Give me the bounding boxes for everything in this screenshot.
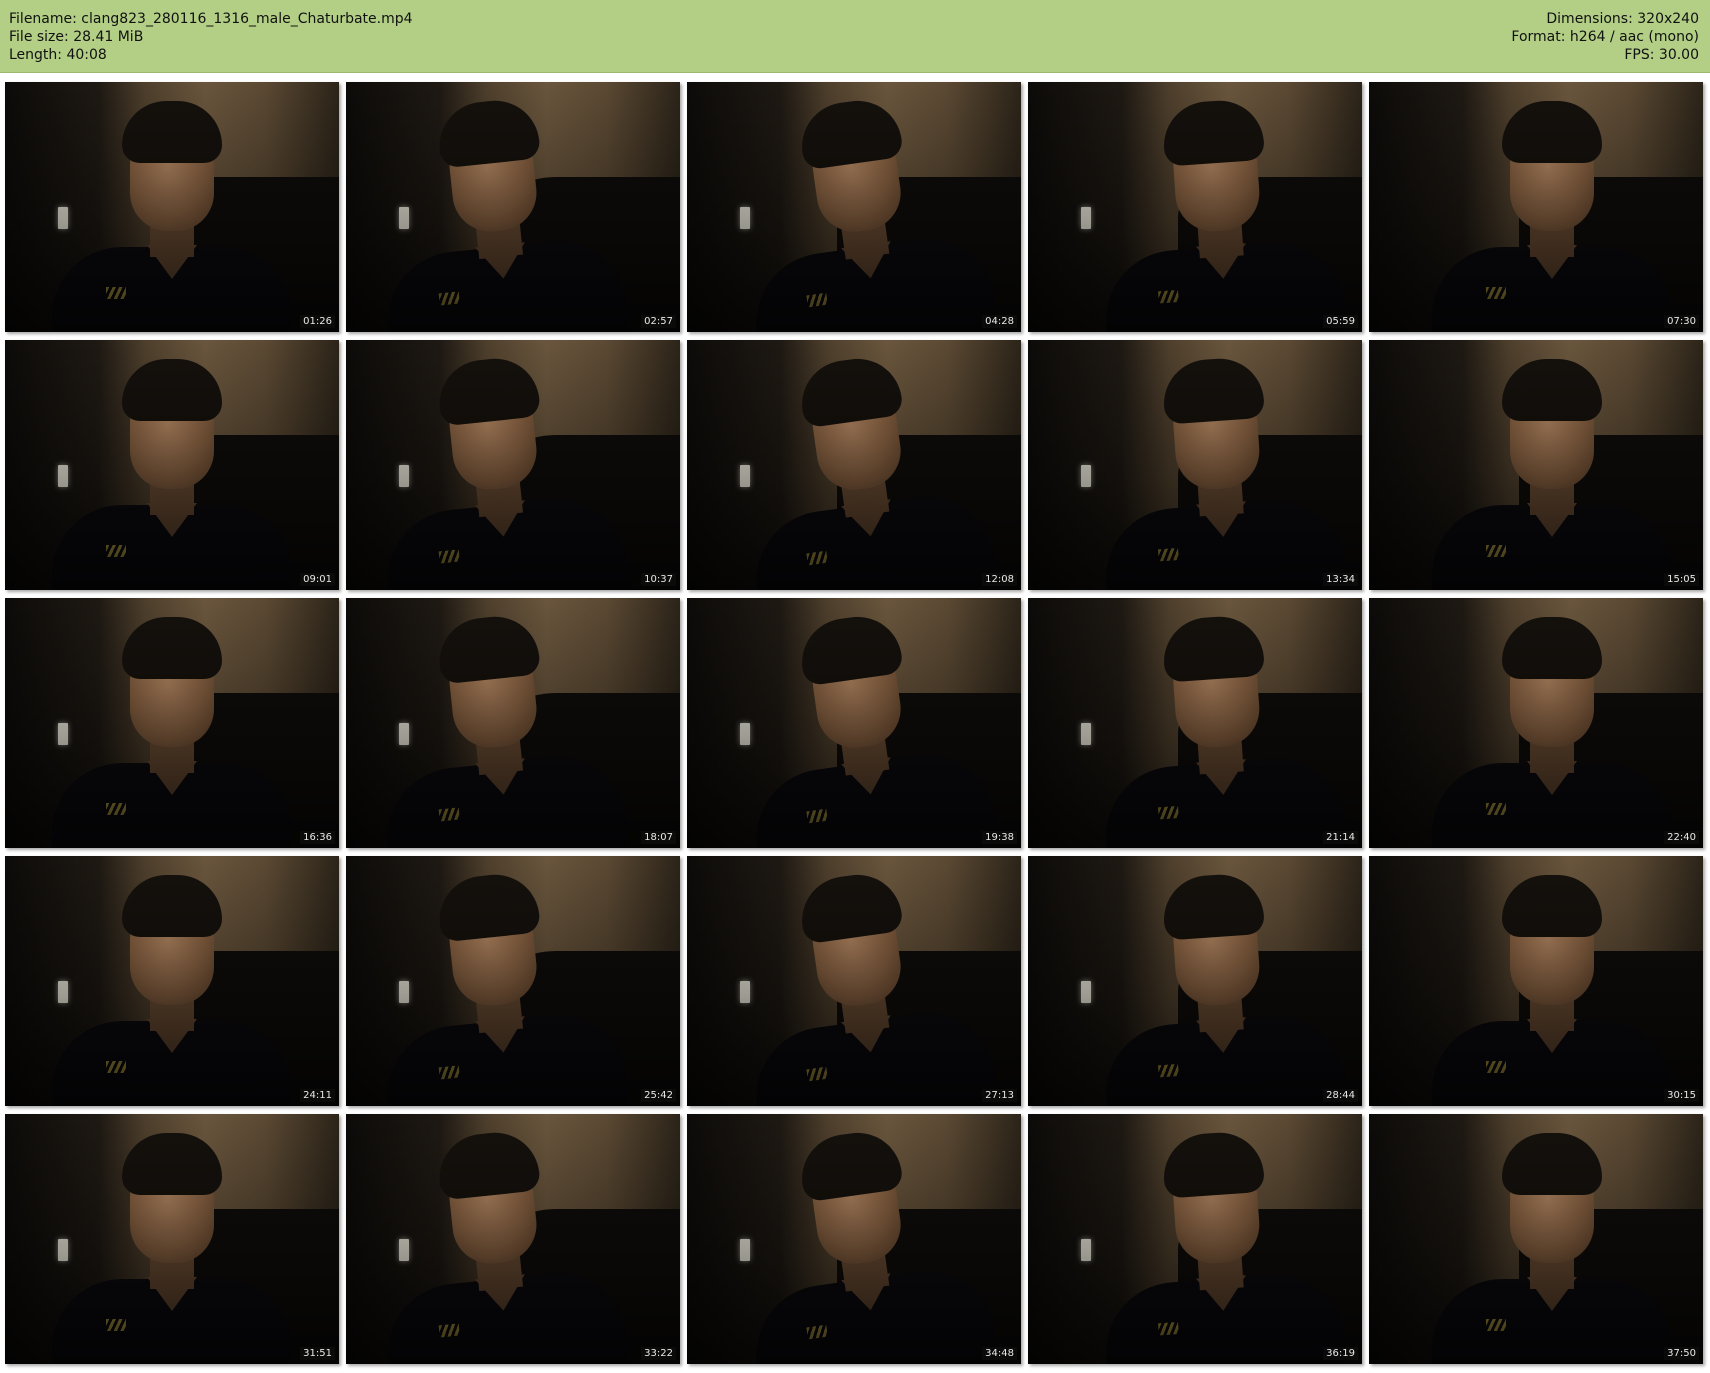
thumbnail-frame: 07:30 bbox=[1369, 82, 1703, 332]
thumbnail-frame: 21:14 bbox=[1028, 598, 1362, 848]
thumbnail-frame: 01:26 bbox=[5, 82, 339, 332]
frame-image bbox=[1369, 1114, 1703, 1364]
thumbnail-frame: 18:07 bbox=[346, 598, 680, 848]
thumbnail-frame: 36:19 bbox=[1028, 1114, 1362, 1364]
frame-timestamp: 22:40 bbox=[1664, 831, 1699, 844]
frame-image bbox=[5, 340, 339, 590]
frame-timestamp: 07:30 bbox=[1664, 315, 1699, 328]
frame-image bbox=[1369, 598, 1703, 848]
frame-image bbox=[346, 82, 680, 332]
frame-timestamp: 13:34 bbox=[1323, 573, 1358, 586]
frame-timestamp: 10:37 bbox=[641, 573, 676, 586]
thumbnail-frame: 27:13 bbox=[687, 856, 1021, 1106]
file-info: Filename: clang823_280116_1316_male_Chat… bbox=[9, 10, 413, 64]
frame-timestamp: 09:01 bbox=[300, 573, 335, 586]
frame-image bbox=[346, 856, 680, 1106]
frame-timestamp: 30:15 bbox=[1664, 1089, 1699, 1102]
frame-image bbox=[1028, 82, 1362, 332]
frame-image bbox=[687, 856, 1021, 1106]
frame-timestamp: 01:26 bbox=[300, 315, 335, 328]
thumbnail-frame: 24:11 bbox=[5, 856, 339, 1106]
thumbnail-frame: 05:59 bbox=[1028, 82, 1362, 332]
video-info: Dimensions: 320x240 Format: h264 / aac (… bbox=[1511, 10, 1699, 64]
frame-image bbox=[687, 82, 1021, 332]
frame-image bbox=[346, 1114, 680, 1364]
frame-image bbox=[1369, 856, 1703, 1106]
frame-timestamp: 12:08 bbox=[982, 573, 1017, 586]
thumbnail-frame: 31:51 bbox=[5, 1114, 339, 1364]
thumbnail-frame: 02:57 bbox=[346, 82, 680, 332]
info-header: Filename: clang823_280116_1316_male_Chat… bbox=[0, 0, 1710, 73]
frame-image bbox=[346, 340, 680, 590]
frame-timestamp: 16:36 bbox=[300, 831, 335, 844]
filename-text: Filename: clang823_280116_1316_male_Chat… bbox=[9, 11, 413, 27]
thumbnail-frame: 30:15 bbox=[1369, 856, 1703, 1106]
thumbnail-frame: 34:48 bbox=[687, 1114, 1021, 1364]
frame-timestamp: 02:57 bbox=[641, 315, 676, 328]
thumbnail-frame: 16:36 bbox=[5, 598, 339, 848]
frame-timestamp: 33:22 bbox=[641, 1347, 676, 1360]
frame-image bbox=[1028, 856, 1362, 1106]
frame-timestamp: 34:48 bbox=[982, 1347, 1017, 1360]
thumbnail-frame: 13:34 bbox=[1028, 340, 1362, 590]
thumbnail-frame: 09:01 bbox=[5, 340, 339, 590]
frame-timestamp: 24:11 bbox=[300, 1089, 335, 1102]
thumbnail-frame: 15:05 bbox=[1369, 340, 1703, 590]
frame-timestamp: 18:07 bbox=[641, 831, 676, 844]
frame-timestamp: 04:28 bbox=[982, 315, 1017, 328]
frame-timestamp: 28:44 bbox=[1323, 1089, 1358, 1102]
dimensions-text: Dimensions: 320x240 bbox=[1546, 11, 1699, 27]
frame-image bbox=[5, 1114, 339, 1364]
thumbnail-frame: 12:08 bbox=[687, 340, 1021, 590]
thumbnail-frame: 22:40 bbox=[1369, 598, 1703, 848]
thumbnail-frame: 37:50 bbox=[1369, 1114, 1703, 1364]
frame-image bbox=[687, 598, 1021, 848]
frame-timestamp: 36:19 bbox=[1323, 1347, 1358, 1360]
frame-timestamp: 19:38 bbox=[982, 831, 1017, 844]
thumbnail-grid: 01:26 02:57 04:28 05:59 07:30 09:01 10:37 12:08… bbox=[5, 82, 1703, 1364]
thumbnail-frame: 10:37 bbox=[346, 340, 680, 590]
frame-image bbox=[1369, 82, 1703, 332]
thumbnail-frame: 19:38 bbox=[687, 598, 1021, 848]
frame-image bbox=[5, 598, 339, 848]
frame-image bbox=[687, 1114, 1021, 1364]
frame-image bbox=[5, 856, 339, 1106]
frame-image bbox=[1028, 598, 1362, 848]
frame-image bbox=[1028, 1114, 1362, 1364]
frame-image bbox=[1028, 340, 1362, 590]
frame-image bbox=[346, 598, 680, 848]
frame-timestamp: 21:14 bbox=[1323, 831, 1358, 844]
frame-timestamp: 15:05 bbox=[1664, 573, 1699, 586]
fps-text: FPS: 30.00 bbox=[1624, 47, 1699, 63]
frame-image bbox=[1369, 340, 1703, 590]
length-text: Length: 40:08 bbox=[9, 47, 107, 63]
thumbnail-frame: 25:42 bbox=[346, 856, 680, 1106]
filesize-text: File size: 28.41 MiB bbox=[9, 29, 144, 45]
frame-timestamp: 25:42 bbox=[641, 1089, 676, 1102]
thumbnail-frame: 04:28 bbox=[687, 82, 1021, 332]
frame-timestamp: 37:50 bbox=[1664, 1347, 1699, 1360]
frame-timestamp: 31:51 bbox=[300, 1347, 335, 1360]
frame-timestamp: 05:59 bbox=[1323, 315, 1358, 328]
format-text: Format: h264 / aac (mono) bbox=[1511, 29, 1699, 45]
thumbnail-frame: 28:44 bbox=[1028, 856, 1362, 1106]
frame-timestamp: 27:13 bbox=[982, 1089, 1017, 1102]
frame-image bbox=[5, 82, 339, 332]
thumbnail-frame: 33:22 bbox=[346, 1114, 680, 1364]
frame-image bbox=[687, 340, 1021, 590]
